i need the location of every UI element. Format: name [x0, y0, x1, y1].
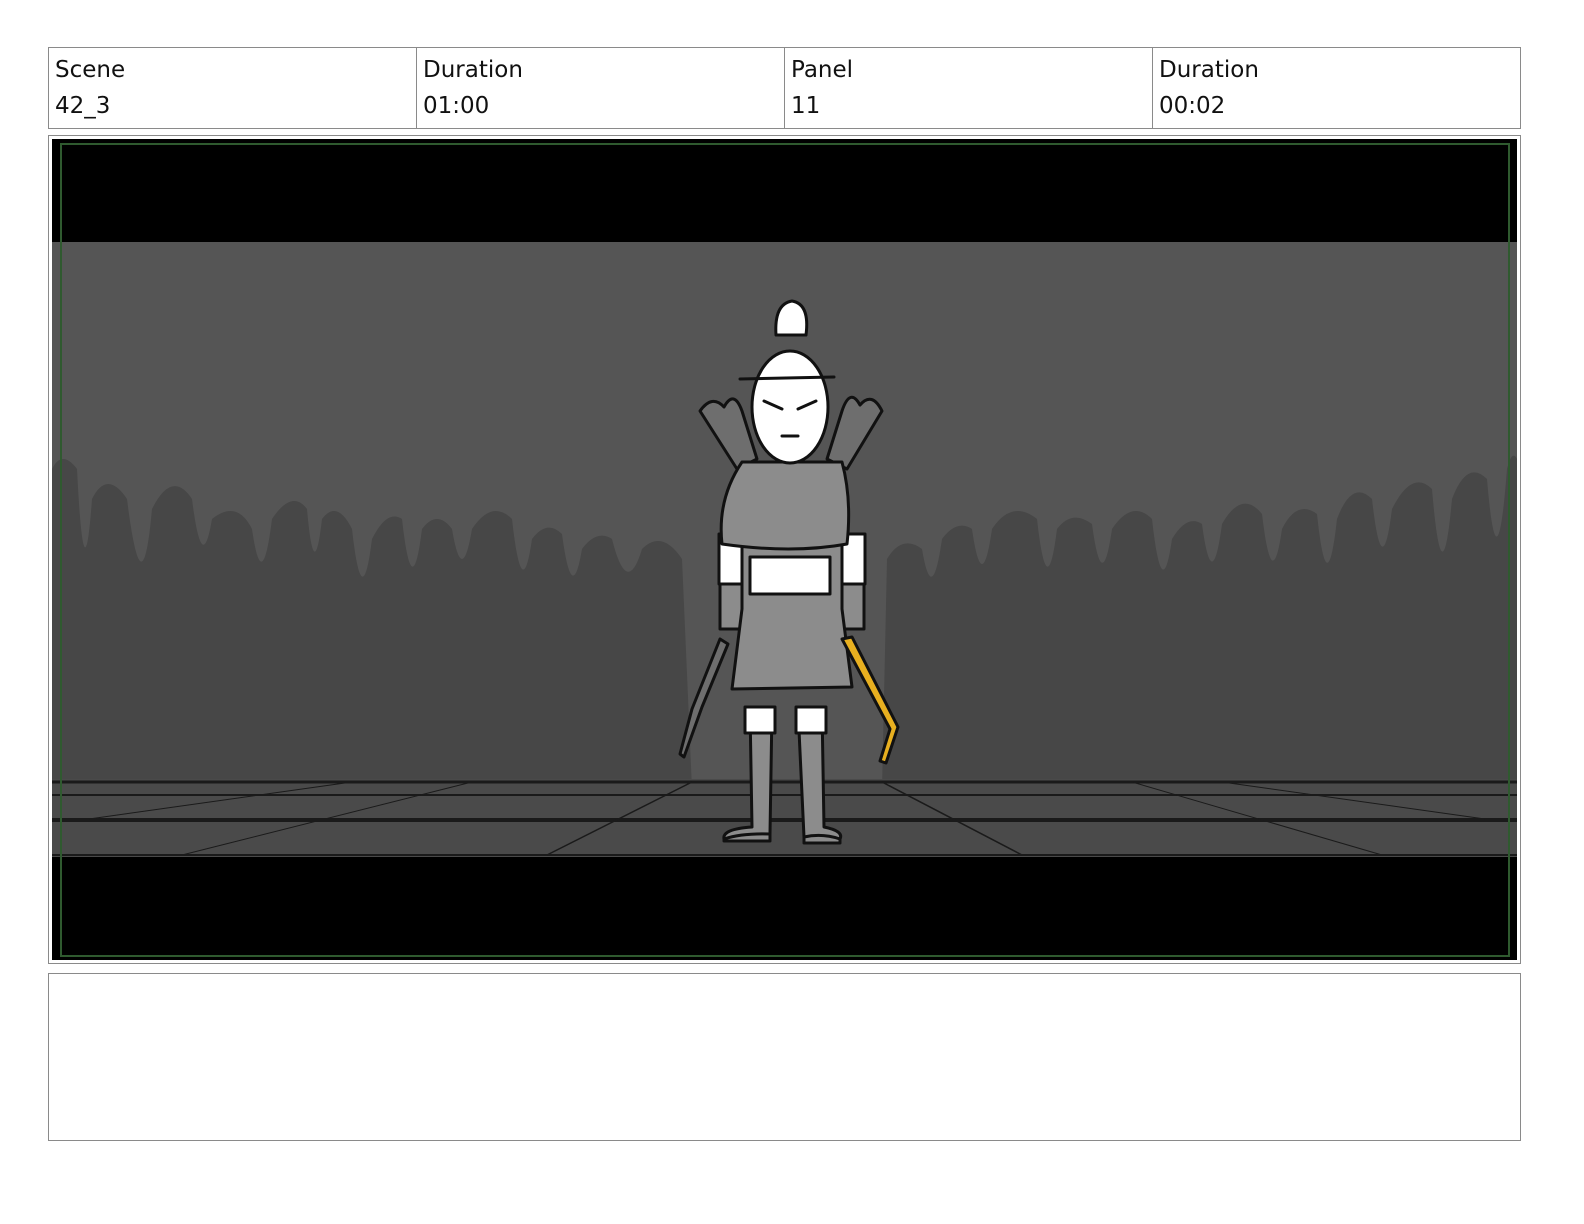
storyboard-panel-frame [48, 135, 1521, 964]
scene-label: Scene [55, 57, 126, 83]
letterbox-bottom [52, 857, 1517, 960]
panel-notes-box[interactable] [48, 973, 1521, 1141]
scene-value: 42_3 [55, 93, 111, 119]
scene-cell: Scene 42_3 [49, 48, 417, 128]
scene-duration-cell: Duration 01:00 [417, 48, 785, 128]
foot-right [802, 833, 842, 845]
helmet-crest [774, 299, 809, 337]
panel-duration-label: Duration [1159, 57, 1259, 83]
storyboard-drawing [52, 139, 1517, 960]
shoulder-armor [719, 460, 851, 551]
panel-duration-value: 00:02 [1159, 93, 1226, 119]
belt [748, 555, 832, 596]
head [750, 349, 830, 465]
headband [738, 375, 836, 381]
knee-pad-left [743, 705, 777, 735]
scene-duration-value: 01:00 [423, 93, 490, 119]
panel-label: Panel [791, 57, 854, 83]
panel-duration-cell: Duration 00:02 [1153, 48, 1520, 128]
panel-value: 11 [791, 93, 821, 119]
scene-duration-label: Duration [423, 57, 523, 83]
letterbox-top [52, 139, 1517, 242]
scene-info-header: Scene 42_3 Duration 01:00 Panel 11 Durat… [48, 47, 1521, 129]
knee-pad-right [794, 705, 828, 735]
panel-cell: Panel 11 [785, 48, 1153, 128]
